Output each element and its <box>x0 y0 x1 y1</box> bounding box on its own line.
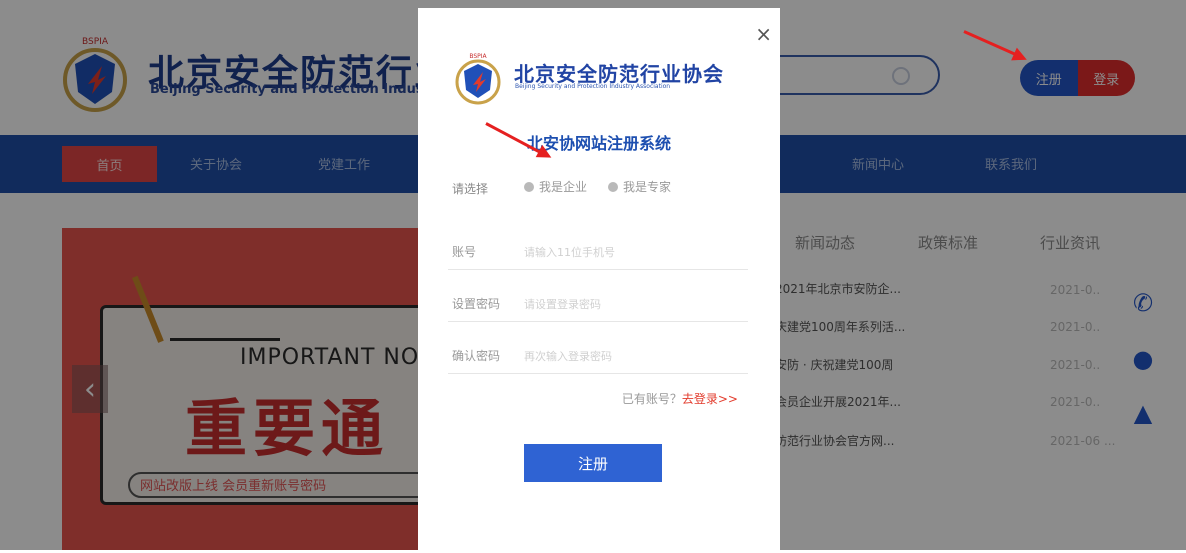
submit-register-button[interactable]: 注册 <box>524 444 662 482</box>
radio-circle-icon[interactable] <box>608 181 618 192</box>
modal-logo-icon: BSPIA <box>455 53 501 105</box>
password-label: 设置密码 <box>452 297 501 311</box>
radio-enterprise[interactable]: 我是企业 <box>524 178 587 195</box>
close-icon[interactable]: × <box>755 22 772 46</box>
radio-enterprise-label: 我是企业 <box>539 180 588 194</box>
account-field[interactable] <box>524 238 744 266</box>
radio-expert-label: 我是专家 <box>623 180 672 194</box>
account-label: 账号 <box>452 245 477 259</box>
radio-expert[interactable]: 我是专家 <box>608 178 671 195</box>
svg-text:BSPIA: BSPIA <box>469 53 487 60</box>
account-row: 账号 <box>448 234 748 270</box>
confirm-password-label: 确认密码 <box>452 349 501 363</box>
password-field[interactable] <box>524 290 744 318</box>
confirm-password-field[interactable] <box>524 342 744 370</box>
password-row: 设置密码 <box>448 286 748 322</box>
register-heading: 北安协网站注册系统 <box>526 134 671 153</box>
have-account-text: 已有账号？去登录>> <box>622 390 738 407</box>
radio-circle-icon[interactable] <box>524 181 534 192</box>
modal-association-subtitle: Beijing Security and Protection Industry… <box>515 83 671 90</box>
register-modal: × BSPIA 北京安全防范行业协会 Beijing Security and … <box>418 8 780 553</box>
have-account-label: 已有账号？ <box>621 392 682 406</box>
go-login-link[interactable]: 去登录>> <box>682 392 738 406</box>
confirm-password-row: 确认密码 <box>448 338 748 374</box>
role-select-label: 请选择 <box>452 182 489 196</box>
